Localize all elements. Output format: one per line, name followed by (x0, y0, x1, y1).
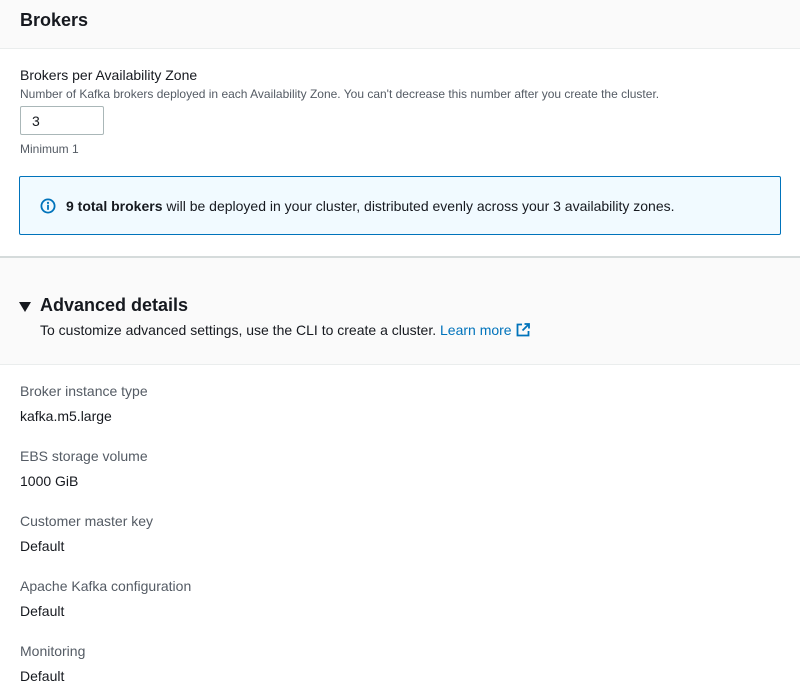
info-alert-text: 9 total brokers will be deployed in your… (66, 198, 675, 214)
info-alert: 9 total brokers will be deployed in your… (19, 176, 781, 235)
caret-down-icon[interactable] (19, 302, 31, 312)
brokers-per-az-hint: Minimum 1 (20, 142, 79, 156)
learn-more-label: Learn more (440, 322, 512, 338)
kafka-configuration-value: Default (20, 603, 65, 619)
customer-master-key-label: Customer master key (20, 513, 154, 529)
kafka-configuration-label: Apache Kafka configuration (20, 578, 192, 594)
advanced-details-description: To customize advanced settings, use the … (40, 322, 530, 338)
info-icon (40, 198, 56, 214)
monitoring-label: Monitoring (20, 643, 86, 659)
total-brokers-text: 9 total brokers (66, 198, 163, 214)
brokers-per-az-input[interactable] (20, 106, 104, 135)
broker-instance-type-value: kafka.m5.large (20, 408, 112, 424)
customer-master-key-value: Default (20, 538, 65, 554)
external-link-icon (516, 323, 530, 337)
brokers-per-az-description: Number of Kafka brokers deployed in each… (20, 87, 660, 101)
advanced-details-header: Advanced details To customize advanced s… (0, 258, 800, 365)
brokers-header: Brokers (0, 0, 800, 49)
brokers-per-az-label: Brokers per Availability Zone (20, 67, 198, 83)
monitoring-value: Default (20, 668, 65, 684)
brokers-title: Brokers (20, 10, 89, 30)
ebs-storage-volume-label: EBS storage volume (20, 448, 148, 464)
info-alert-message: will be deployed in your cluster, distri… (162, 198, 675, 214)
broker-instance-type-label: Broker instance type (20, 383, 148, 399)
advanced-details-toggle[interactable]: Advanced details (40, 295, 188, 316)
advanced-description-text: To customize advanced settings, use the … (40, 322, 437, 338)
ebs-storage-volume-value: 1000 GiB (20, 473, 79, 489)
brokers-panel: Brokers per Availability Zone Number of … (0, 49, 800, 256)
learn-more-link[interactable]: Learn more (440, 322, 530, 338)
